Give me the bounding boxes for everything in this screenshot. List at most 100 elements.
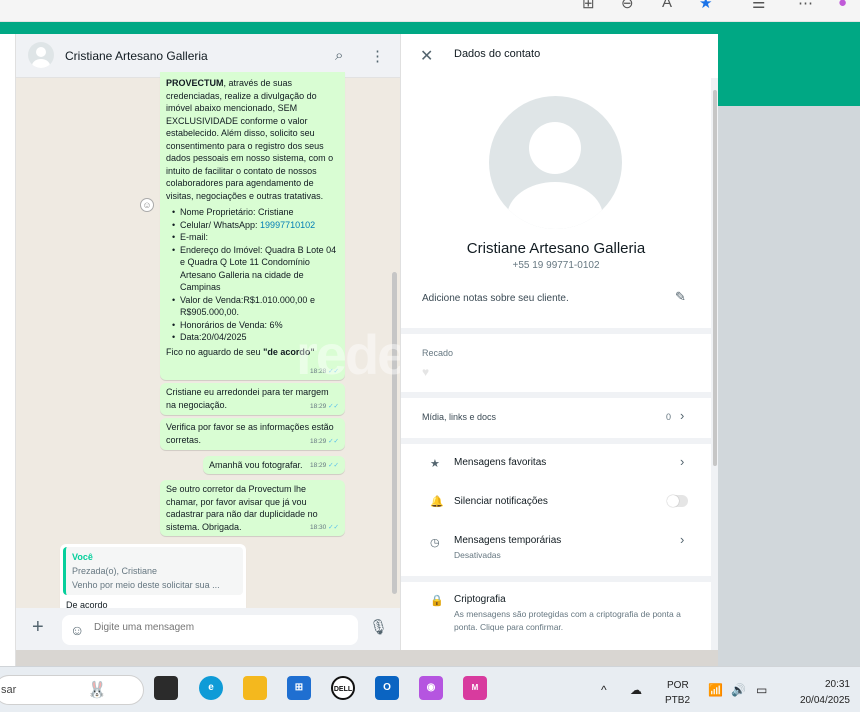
temporary-messages-row[interactable]: ◷ Mensagens temporárias Desativadas › <box>401 524 711 568</box>
message-text: , através de suas credenciadas, realize … <box>166 78 334 201</box>
message-text: Cristiane eu arredondei para ter margem … <box>166 387 329 410</box>
more-icon[interactable]: ⋯ <box>798 0 813 12</box>
edit-pencil-icon[interactable]: ✎ <box>675 289 686 305</box>
contact-phone: +55 19 99771-0102 <box>512 260 600 271</box>
temporary-status: Desativadas <box>454 550 501 560</box>
zoom-icon[interactable]: ⊖ <box>621 0 634 12</box>
chat-scrollbar[interactable] <box>392 272 397 594</box>
chevron-right-icon: › <box>680 408 685 423</box>
m365-icon[interactable]: M <box>463 676 487 700</box>
chevron-up-icon[interactable]: ^ <box>601 683 607 697</box>
list-item: E-mail: <box>166 231 339 244</box>
menu-kebab-icon[interactable]: ⋮ <box>370 47 385 65</box>
search-icon[interactable]: ⌕ <box>335 47 343 64</box>
edge-icon[interactable]: e <box>199 676 223 700</box>
white-heart-icon: ♥ <box>422 365 430 379</box>
split-screen-icon[interactable]: ⊞ <box>582 0 595 12</box>
chat-list-edge <box>0 34 16 666</box>
message-time: 18:30 ✓✓ <box>310 522 339 535</box>
watermark-text: rede <box>296 323 400 386</box>
media-card[interactable]: Mídia, links e docs 0 › <box>401 398 711 438</box>
read-receipt-icon: ✓✓ <box>328 402 339 410</box>
settings-card: ★ Mensagens favoritas › 🔔 Silenciar noti… <box>401 444 711 576</box>
taskbar-search[interactable]: sar 🐰 <box>0 675 144 705</box>
star-icon: ★ <box>430 458 440 470</box>
chevron-right-icon: › <box>680 532 685 547</box>
time-text: 18:29 <box>310 402 327 410</box>
clock-time[interactable]: 20:31 <box>788 679 850 690</box>
message-bubble[interactable]: Cristiane eu arredondei para ter margem … <box>160 383 345 415</box>
message-time: 18:29 ✓✓ <box>310 436 339 449</box>
favorites-list-icon[interactable]: ☰ <box>752 0 765 12</box>
background-area <box>718 106 860 666</box>
reaction-emoji-icon[interactable]: ☺ <box>140 198 154 212</box>
message-composer: + ☺ 🎙 <box>16 608 400 650</box>
profile-photo[interactable] <box>489 96 622 229</box>
input-language[interactable]: POR <box>667 680 689 691</box>
temporary-label: Mensagens temporárias <box>454 535 562 546</box>
time-text: 18:30 <box>310 523 327 531</box>
message-bubble[interactable]: Se outro corretor da Provectum lhe chama… <box>160 480 345 536</box>
notes-prompt[interactable]: Adicione notas sobre seu cliente. <box>422 293 569 304</box>
encryption-description: As mensagens são protegidas com a cripto… <box>454 609 681 632</box>
contact-avatar[interactable] <box>28 42 54 68</box>
media-label: Mídia, links e docs <box>422 412 497 422</box>
time-text: 18:29 <box>310 437 327 445</box>
network-status-icon[interactable]: ☁ <box>630 683 642 697</box>
message-text-bold: PROVECTUM <box>166 78 224 88</box>
read-aloud-icon[interactable]: A <box>662 0 672 11</box>
quote-author: Você <box>72 552 93 562</box>
dell-icon[interactable]: DELL <box>331 676 355 700</box>
contact-info-panel: ✕ Dados do contato Cristiane Artesano Ga… <box>400 34 718 650</box>
emoji-icon[interactable]: ☺ <box>70 622 84 638</box>
message-bubble[interactable]: Verifica por favor se as informações est… <box>160 418 345 450</box>
list-item: Endereço do Imóvel: Quadra B Lote 04 e Q… <box>166 244 339 294</box>
favorite-star-icon[interactable]: ★ <box>699 0 712 12</box>
lock-icon: 🔒 <box>430 595 444 607</box>
attach-plus-icon[interactable]: + <box>32 616 44 639</box>
chat-panel: Cristiane Artesano Galleria ⌕ ⋮ PROVECTU… <box>16 34 400 650</box>
time-text: 18:29 <box>310 461 327 469</box>
mute-toggle[interactable] <box>667 495 688 507</box>
encryption-card[interactable]: 🔒 Criptografia As mensagens são protegid… <box>401 582 711 650</box>
copilot-icon[interactable]: ◉ <box>419 676 443 700</box>
app-accent-bar <box>0 22 860 34</box>
chat-contact-name[interactable]: Cristiane Artesano Galleria <box>65 49 208 63</box>
message-input-box[interactable]: ☺ <box>62 615 358 645</box>
panel-title: Dados do contato <box>454 48 541 60</box>
clock-date[interactable]: 20/04/2025 <box>788 695 850 706</box>
browser-toolbar: ⊞ ⊖ A ★ ☰ ⋯ ● <box>0 0 860 22</box>
microphone-icon[interactable]: 🎙 <box>369 618 388 636</box>
copilot-icon[interactable]: ● <box>838 0 847 11</box>
file-explorer-icon[interactable] <box>243 676 267 700</box>
message-text: Verifica por favor se as informações est… <box>166 422 334 445</box>
task-view-icon[interactable] <box>154 676 178 700</box>
incoming-reply-bubble[interactable]: Você Prezada(o), Cristiane Venho por mei… <box>60 544 246 614</box>
read-receipt-icon: ✓✓ <box>328 523 339 531</box>
close-icon[interactable]: ✕ <box>420 46 433 66</box>
panel-header: ✕ Dados do contato <box>401 34 718 78</box>
message-bubble[interactable]: Amanhã vou fotografar. 18:29 ✓✓ <box>203 456 345 474</box>
outlook-icon[interactable]: O <box>375 676 399 700</box>
quoted-message[interactable]: Você Prezada(o), Cristiane Venho por mei… <box>63 547 243 595</box>
chevron-right-icon: › <box>680 454 685 469</box>
read-receipt-icon: ✓✓ <box>328 461 339 469</box>
message-time: 18:29 ✓✓ <box>310 460 339 473</box>
mute-label: Silenciar notificações <box>454 496 548 507</box>
message-input[interactable] <box>94 622 344 633</box>
battery-icon[interactable]: ▭ <box>756 683 767 697</box>
keyboard-layout[interactable]: PTB2 <box>665 695 690 706</box>
starred-messages-row[interactable]: ★ Mensagens favoritas › <box>401 444 711 482</box>
panel-scrollbar[interactable] <box>713 90 717 466</box>
profile-card: Cristiane Artesano Galleria +55 19 99771… <box>401 78 711 328</box>
wifi-icon[interactable]: 📶 <box>708 683 723 697</box>
phone-link[interactable]: 19997710102 <box>260 220 315 230</box>
about-label: Recado <box>422 348 454 358</box>
message-text: Se outro corretor da Provectum lhe chama… <box>166 484 318 532</box>
message-time: 18:29 ✓✓ <box>310 401 339 414</box>
list-item: Valor de Venda:R$1.010.000,00 e R$905.00… <box>166 294 339 319</box>
store-icon[interactable]: ⊞ <box>287 676 311 700</box>
read-receipt-icon: ✓✓ <box>328 437 339 445</box>
volume-icon[interactable]: 🔊 <box>731 683 746 697</box>
mute-notifications-row[interactable]: 🔔 Silenciar notificações <box>401 482 711 520</box>
